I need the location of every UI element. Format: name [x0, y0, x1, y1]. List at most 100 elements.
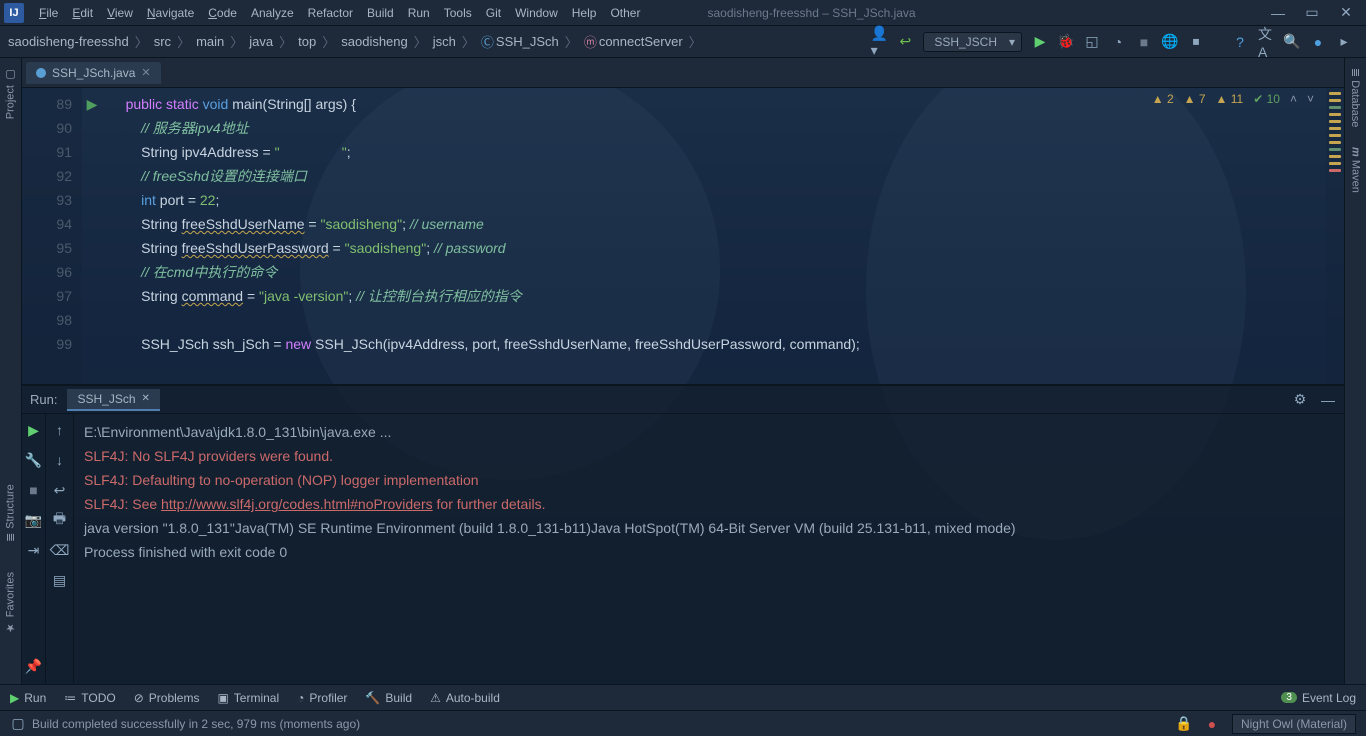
close-icon[interactable]: ✕	[1338, 5, 1354, 21]
run-panel-label: Run:	[30, 392, 57, 407]
bottom-todo[interactable]: ≔ TODO	[64, 691, 115, 705]
chevron-right-icon: 〉	[177, 32, 190, 51]
menu-help[interactable]: Help	[565, 6, 604, 20]
gutter-icons[interactable]: ▶	[82, 88, 102, 384]
bottom-terminal[interactable]: ▣ Terminal	[217, 691, 279, 705]
crumb-6[interactable]: jsch	[433, 34, 456, 49]
console-line: SLF4J: No SLF4J providers were found.	[84, 444, 1334, 468]
theme-indicator[interactable]: Night Owl (Material)	[1232, 714, 1356, 734]
translate-icon[interactable]: 文A	[1258, 34, 1274, 50]
close-tab-icon[interactable]: ✕	[141, 66, 150, 79]
menu-code[interactable]: Code	[201, 6, 244, 20]
bottom-tool-bar: ▶ Run ≔ TODO ⊘ Problems ▣ Terminal ◔ Pro…	[0, 684, 1366, 710]
menu-run[interactable]: Run	[401, 6, 437, 20]
camera-icon[interactable]: 📷	[26, 512, 42, 528]
run-icon[interactable]: ▶	[1032, 34, 1048, 50]
tool-database[interactable]: ≣ Database	[1349, 68, 1362, 127]
right-tool-strip: ≣ Database m Maven	[1344, 58, 1366, 684]
file-tab[interactable]: SSH_JSch.java ✕	[26, 62, 161, 84]
file-type-icon	[36, 68, 46, 78]
status-bar: ▢ Build completed successfully in 2 sec,…	[0, 710, 1366, 736]
code-editor[interactable]: 8990919293949596979899 ▶ public static v…	[22, 88, 1344, 384]
menu-window[interactable]: Window	[508, 6, 565, 20]
user-icon[interactable]: 👤▾	[871, 34, 887, 50]
bottom-build[interactable]: 🔨 Build	[365, 691, 412, 705]
crumb-7[interactable]: Ⓒ SSH_JSch	[481, 32, 559, 51]
chevron-right-icon: 〉	[135, 32, 148, 51]
menu-git[interactable]: Git	[479, 6, 508, 20]
run-config-select[interactable]: SSH_JSCH ▾	[923, 32, 1022, 52]
notify-icon[interactable]: ●	[1204, 716, 1220, 732]
print-icon[interactable]: 🖶	[52, 512, 68, 528]
profile-icon[interactable]: ◔	[1110, 34, 1126, 50]
run-tab[interactable]: SSH_JSch ✕	[67, 389, 159, 411]
crumb-0[interactable]: saodisheng-freesshd	[8, 34, 129, 49]
bottom-problems[interactable]: ⊘ Problems	[134, 691, 200, 705]
menu-tools[interactable]: Tools	[437, 6, 479, 20]
code-content[interactable]: public static void main(String[] args) {…	[102, 88, 1326, 384]
tool-structure[interactable]: ≣ Structure	[4, 484, 17, 542]
menu-view[interactable]: View	[100, 6, 140, 20]
crumb-4[interactable]: top	[298, 34, 316, 49]
globe-icon[interactable]: 🌐	[1162, 34, 1178, 50]
inspection-summary[interactable]: ▲ 2 ▲ 7 ▲ 11 ✔ 10 ˄˅	[1152, 92, 1314, 106]
app-logo: IJ	[4, 3, 24, 23]
coverage-icon[interactable]: ◱	[1084, 34, 1100, 50]
crumb-2[interactable]: main	[196, 34, 224, 49]
event-log[interactable]: 3 Event Log	[1281, 691, 1356, 705]
crumb-8[interactable]: ⓜ connectServer	[584, 32, 683, 51]
lock-icon[interactable]: 🔒	[1176, 716, 1192, 732]
git-icon[interactable]: ⏹	[1188, 34, 1204, 50]
down-icon[interactable]: ↓	[52, 452, 68, 468]
help-icon[interactable]: ?	[1232, 34, 1248, 50]
crumb-1[interactable]: src	[154, 34, 171, 49]
up-icon[interactable]: ↑	[52, 422, 68, 438]
editor-tabs: SSH_JSch.java ✕	[22, 58, 1344, 88]
file-tab-label: SSH_JSch.java	[52, 66, 135, 80]
menu-analyze[interactable]: Analyze	[244, 6, 301, 20]
search-icon[interactable]: 🔍	[1284, 34, 1300, 50]
menu-other[interactable]: Other	[603, 6, 647, 20]
exit-icon[interactable]: ⇥	[26, 542, 42, 558]
pin-icon[interactable]: 📌	[26, 658, 42, 674]
menu-navigate[interactable]: Navigate	[140, 6, 201, 20]
bottom-profiler[interactable]: ◔ Profiler	[297, 691, 347, 705]
wrap-icon[interactable]: ↩	[52, 482, 68, 498]
rerun-icon[interactable]: ▶	[26, 422, 42, 438]
tool-favorites[interactable]: ★ Favorites	[4, 572, 17, 634]
settings-icon[interactable]: ▸	[1336, 34, 1352, 50]
status-message: Build completed successfully in 2 sec, 9…	[32, 717, 360, 731]
run-settings-icon[interactable]: ⚙	[1292, 392, 1308, 408]
back-icon[interactable]: ↩	[897, 34, 913, 50]
menu-edit[interactable]: Edit	[65, 6, 100, 20]
minimize-icon[interactable]: —	[1270, 5, 1286, 21]
stop-icon[interactable]: ■	[1136, 34, 1152, 50]
stop-run-icon[interactable]: ■	[26, 482, 42, 498]
chevron-right-icon: 〉	[279, 32, 292, 51]
tool-project[interactable]: Project ▢	[4, 68, 17, 119]
left-tool-strip: Project ▢ ≣ Structure ★ Favorites	[0, 58, 22, 684]
layout-icon[interactable]: ▤	[52, 572, 68, 588]
tool-maven[interactable]: m Maven	[1350, 147, 1362, 193]
chevron-right-icon: 〉	[565, 32, 578, 51]
close-run-tab-icon[interactable]: ✕	[142, 393, 150, 404]
wrench-icon[interactable]: 🔧	[26, 452, 42, 468]
bottom-run[interactable]: ▶ Run	[10, 691, 46, 705]
menu-file[interactable]: File	[32, 6, 65, 20]
crumb-3[interactable]: java	[249, 34, 273, 49]
debug-icon[interactable]: 🐞	[1058, 34, 1074, 50]
crumb-5[interactable]: saodisheng	[341, 34, 408, 49]
run-hide-icon[interactable]: —	[1320, 392, 1336, 408]
menu-build[interactable]: Build	[360, 6, 401, 20]
maximize-icon[interactable]: ▭	[1304, 5, 1320, 21]
console-line: SLF4J: See http://www.slf4j.org/codes.ht…	[84, 492, 1334, 516]
clear-icon[interactable]: ⌫	[52, 542, 68, 558]
error-stripe[interactable]	[1326, 88, 1344, 384]
console-line: java version "1.8.0_131"Java(TM) SE Runt…	[84, 516, 1334, 540]
update-icon[interactable]: ●	[1310, 34, 1326, 50]
status-icon[interactable]: ▢	[10, 716, 26, 732]
console-output[interactable]: E:\Environment\Java\jdk1.8.0_131\bin\jav…	[74, 414, 1344, 684]
menu-refactor[interactable]: Refactor	[301, 6, 360, 20]
bottom-autobuild[interactable]: ⚠ Auto-build	[430, 691, 500, 705]
breadcrumb[interactable]: saodisheng-freesshd〉src〉main〉java〉top〉sa…	[8, 32, 871, 51]
